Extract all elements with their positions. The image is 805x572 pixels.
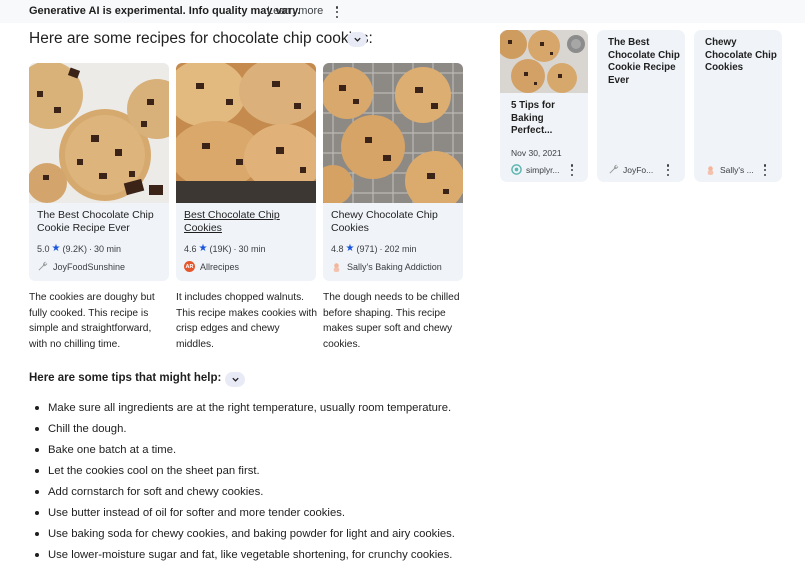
- recipe-description: The dough needs to be chilled before sha…: [323, 292, 460, 350]
- recipe-source: AR Allrecipes: [184, 261, 239, 272]
- recipe-meta: 4.8 ★ (971) · 202 min: [331, 243, 417, 254]
- recipe-card[interactable]: Best Chocolate Chip Cookies 4.6 ★ (19K) …: [176, 63, 316, 281]
- source-card[interactable]: Chewy Chocolate Chip Cookies Sally's ...: [694, 30, 782, 182]
- chevron-down-icon: [231, 377, 239, 382]
- learn-more-link[interactable]: Learn more: [267, 5, 323, 17]
- rating-value: 5.0: [37, 243, 50, 254]
- recipe-meta: 5.0 ★ (9.2K) · 30 min: [37, 243, 121, 254]
- recipe-image: [176, 63, 316, 203]
- meta-separator: ·: [233, 243, 237, 254]
- tip-item: Use baking soda for chewy cookies, and b…: [35, 525, 455, 546]
- tip-item: Use butter instead of oil for softer and…: [35, 504, 455, 525]
- whisk-icon: [609, 164, 619, 174]
- source-name: Sally's Baking Addiction: [347, 261, 442, 272]
- rating-value: 4.8: [331, 243, 344, 254]
- site-name: simplyr...: [526, 164, 560, 175]
- recipe-meta: 4.6 ★ (19K) · 30 min: [184, 243, 266, 254]
- kebab-menu-icon[interactable]: [332, 6, 342, 18]
- source-card[interactable]: 5 Tips for Baking Perfect... Nov 30, 202…: [500, 30, 588, 182]
- recipe-title[interactable]: Best Chocolate Chip Cookies: [184, 209, 310, 234]
- source-title[interactable]: Chewy Chocolate Chip Cookies: [705, 37, 779, 75]
- site-name: JoyFo...: [623, 164, 654, 175]
- source-title[interactable]: 5 Tips for Baking Perfect...: [511, 100, 585, 138]
- star-icon: ★: [345, 243, 355, 254]
- review-count: (19K): [209, 243, 232, 254]
- meta-separator: ·: [379, 243, 383, 254]
- source-site: Sally's ...: [705, 164, 754, 175]
- allrecipes-logo-icon: AR: [184, 261, 195, 272]
- tip-item: Make sure all ingredients are at the rig…: [35, 399, 455, 420]
- tip-item: Let the cookies cool on the sheet pan fi…: [35, 462, 455, 483]
- recipe-image: [323, 63, 463, 203]
- chevron-down-icon: [353, 37, 361, 42]
- recipe-description: The cookies are doughy but fully cooked.…: [29, 292, 155, 350]
- recipe-card[interactable]: Chewy Chocolate Chip Cookies 4.8 ★ (971)…: [323, 63, 463, 281]
- tip-item: Bake one batch at a time.: [35, 441, 455, 462]
- recipe-title[interactable]: The Best Chocolate Chip Cookie Recipe Ev…: [37, 209, 163, 234]
- kebab-menu-icon[interactable]: [567, 164, 577, 176]
- source-site: simplyr...: [511, 164, 560, 175]
- review-count: (9.2K): [62, 243, 87, 254]
- star-icon: ★: [51, 243, 61, 254]
- expand-recipes-button[interactable]: [347, 32, 367, 47]
- recipe-source: JoyFoodSunshine: [37, 261, 125, 272]
- tips-list: Make sure all ingredients are at the rig…: [35, 399, 455, 567]
- kebab-menu-icon[interactable]: [663, 164, 673, 176]
- source-card[interactable]: The Best Chocolate Chip Cookie Recipe Ev…: [597, 30, 685, 182]
- ai-notice-bar: Generative AI is experimental. Info qual…: [0, 0, 805, 23]
- sally-logo-icon: [333, 263, 340, 272]
- whisk-icon: [38, 261, 48, 271]
- cook-time: 30 min: [238, 243, 266, 254]
- source-date: Nov 30, 2021: [511, 148, 562, 158]
- source-name: Allrecipes: [200, 261, 240, 272]
- meta-separator: ·: [89, 243, 92, 254]
- recipe-source: Sally's Baking Addiction: [331, 261, 442, 272]
- recipe-description: It includes chopped walnuts. This recipe…: [176, 292, 317, 350]
- source-name: JoyFoodSunshine: [53, 261, 126, 272]
- star-icon: ★: [198, 243, 208, 254]
- recipe-card[interactable]: The Best Chocolate Chip Cookie Recipe Ev…: [29, 63, 169, 281]
- tip-item: Chill the dough.: [35, 420, 455, 441]
- kebab-menu-icon[interactable]: [760, 164, 770, 176]
- tips-heading: Here are some tips that might help:: [29, 372, 222, 384]
- simplyrecipes-logo-icon: [511, 164, 522, 175]
- recipe-title[interactable]: Chewy Chocolate Chip Cookies: [331, 209, 457, 234]
- recipe-image: [29, 63, 169, 203]
- rating-value: 4.6: [184, 243, 197, 254]
- cook-time: 30 min: [94, 243, 122, 254]
- source-title[interactable]: The Best Chocolate Chip Cookie Recipe Ev…: [608, 37, 682, 87]
- tip-item: Use lower-moisture sugar and fat, like v…: [35, 546, 455, 567]
- cook-time: 202 min: [384, 243, 417, 254]
- recipes-heading: Here are some recipes for chocolate chip…: [29, 30, 373, 47]
- sally-logo-icon: [707, 166, 714, 175]
- experimental-notice: Generative AI is experimental. Info qual…: [29, 5, 301, 17]
- expand-tips-button[interactable]: [225, 372, 245, 387]
- review-count: (971): [356, 243, 378, 254]
- source-site: JoyFo...: [608, 164, 653, 175]
- tip-item: Add cornstarch for soft and chewy cookie…: [35, 483, 455, 504]
- site-name: Sally's ...: [720, 164, 754, 175]
- source-image: [500, 30, 588, 93]
